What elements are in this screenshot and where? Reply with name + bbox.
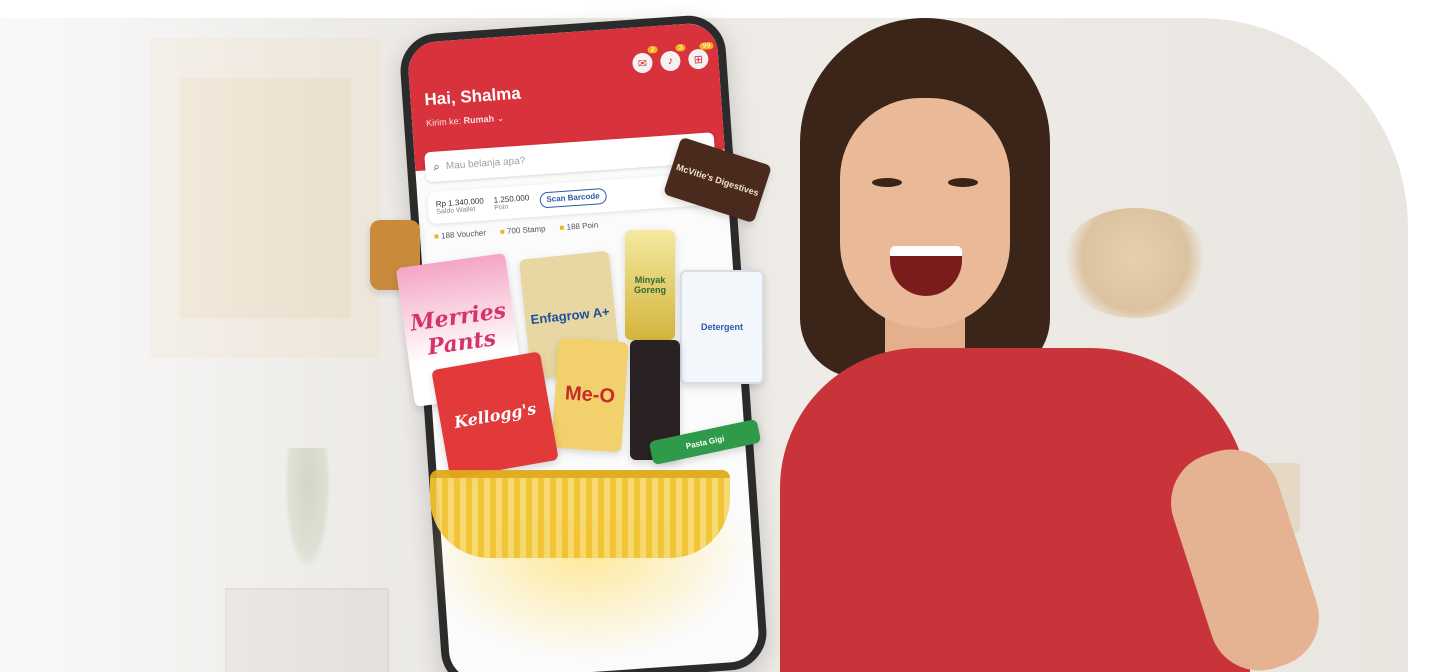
cereal-box: Kellogg's — [431, 351, 559, 479]
right-eye — [948, 178, 978, 187]
points-label: Poin — [494, 203, 509, 212]
fade-overlay — [0, 18, 360, 672]
detergent-jug: Detergent — [680, 270, 764, 384]
face — [840, 98, 1010, 328]
cart-icon[interactable]: ⊞ 99 — [687, 42, 714, 70]
location-value: Rumah — [463, 113, 495, 126]
cart-badge: 99 — [699, 42, 714, 50]
bell-badge: 3 — [675, 43, 686, 52]
location-prefix: Kirim ke: — [425, 115, 462, 129]
cooking-oil: Minyak Goreng — [625, 230, 675, 340]
points-stat[interactable]: 1.250.000 Poin — [493, 193, 530, 211]
left-eye — [872, 178, 902, 187]
header-icons: ✉ 2 ♪ 3 ⊞ 99 — [631, 42, 714, 74]
bell-icon[interactable]: ♪ 3 — [659, 43, 686, 72]
search-icon: ⌕ — [432, 158, 441, 174]
woman-photo — [760, 18, 1360, 672]
scan-barcode-button[interactable]: Scan Barcode — [538, 187, 608, 209]
basket-rim — [430, 470, 730, 558]
chevron-down-icon: ⌄ — [496, 112, 505, 124]
smile — [890, 246, 962, 296]
cat-food: Me-O — [551, 337, 629, 453]
grocery-basket: McVitie's Digestives Minyak Goreng Deter… — [360, 136, 810, 660]
chat-badge: 2 — [647, 45, 658, 54]
search-placeholder: Mau belanja apa? — [445, 154, 526, 172]
hero-banner: Hai, Shalma Kirim ke: Rumah ⌄ ✉ 2 ♪ 3 ⊞ 99 … — [0, 0, 1430, 672]
chat-icon[interactable]: ✉ 2 — [631, 45, 658, 74]
balance-stat[interactable]: Rp 1.340.000 Saldo Wallet — [436, 196, 485, 215]
